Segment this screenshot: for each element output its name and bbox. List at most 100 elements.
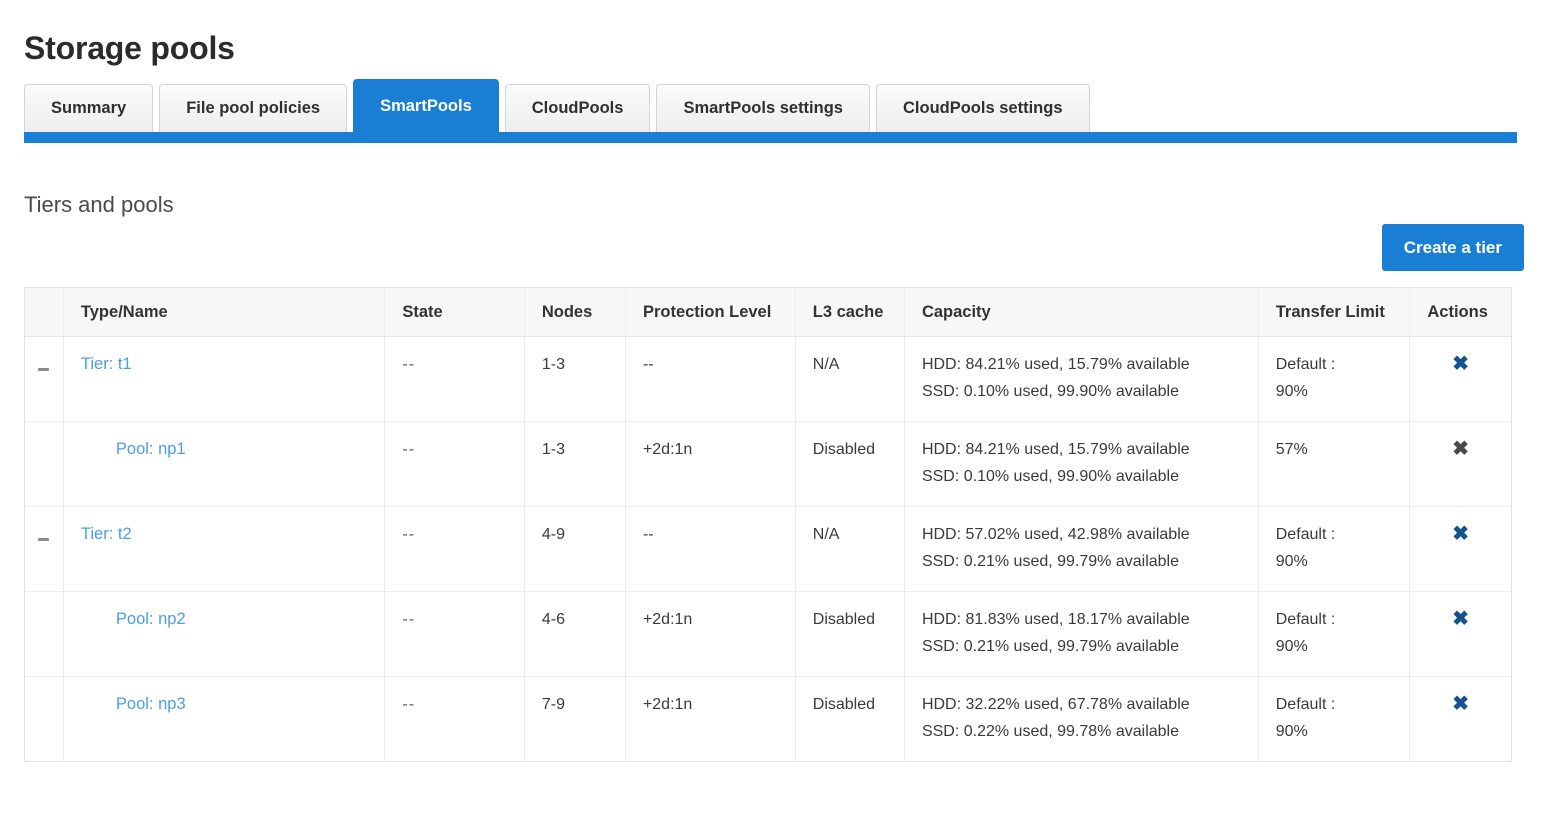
delete-x-icon[interactable]: ✖ [1452,351,1469,378]
tab-smartpools-settings[interactable]: SmartPools settings [656,84,870,132]
pool-link[interactable]: Pool: np1 [116,440,186,458]
cell-state: -- [384,676,525,761]
cell-transfer-limit: 57% [1258,421,1411,507]
column-header-state[interactable]: State [384,288,525,337]
cell-actions: ✖ [1409,591,1511,677]
cell-nodes-value: 1-3 [541,441,565,458]
storage-pools-page: Storage pools Summary File pool policies S… [0,0,1541,819]
cell-protection-level-value: +2d:1n [642,441,693,458]
capacity-hdd-text: HDD: 57.02% used, 42.98% available [921,526,1190,543]
tab-bar: Summary File pool policies SmartPools Cloud… [24,79,1517,144]
cell-type-name: Pool: np3 [63,676,386,761]
cell-state-value: -- [402,696,416,713]
column-header-nodes[interactable]: Nodes [524,288,626,337]
cell-l3-cache-value: Disabled [812,611,876,628]
delete-x-icon[interactable]: ✖ [1452,691,1469,718]
tab-file-pool-policies[interactable]: File pool policies [159,84,348,132]
delete-x-icon[interactable]: ✖ [1452,606,1469,633]
table-row: Tier: t1 -- 1-3 -- N/A HDD: 84.21% used, 15.7… [25,336,1511,422]
cell-capacity: HDD: 57.02% used, 42.98% available SSD: 0… [904,506,1259,592]
cell-protection-level: -- [625,506,796,592]
table-row: Pool: np2 -- 4-6 +2d:1n Disabled HDD: 81.83% … [25,591,1511,677]
row-toggle-cell [25,421,64,507]
cell-state-value: -- [402,441,416,458]
tier-link[interactable]: Tier: t2 [81,525,132,543]
cell-transfer-limit: Default : 90% [1258,506,1411,592]
cell-transfer-limit: Default : 90% [1258,676,1411,761]
tab-summary[interactable]: Summary [24,84,154,132]
cell-l3-cache: N/A [795,336,905,422]
cell-type-name: Pool: np1 [63,421,386,507]
cell-protection-level-value: +2d:1n [642,611,693,628]
cell-state-value: -- [402,356,416,373]
cell-state-value: -- [402,526,416,543]
table-header-row: Type/Name State Nodes Protection Level L… [25,288,1511,337]
column-header-toggle [25,288,64,337]
cell-state-value: -- [402,611,416,628]
cell-l3-cache: N/A [795,506,905,592]
row-toggle-cell [25,591,64,677]
table-row: Pool: np3 -- 7-9 +2d:1n Disabled HDD: 32.22% … [25,676,1511,761]
cell-capacity: HDD: 84.21% used, 15.79% available SSD: 0… [904,336,1259,422]
capacity-ssd-text: SSD: 0.10% used, 99.90% available [921,383,1179,400]
column-header-capacity[interactable]: Capacity [904,288,1259,337]
cell-capacity: HDD: 84.21% used, 15.79% available SSD: 0… [904,421,1259,507]
row-toggle-cell [25,676,64,761]
cell-type-name: Tier: t1 [63,336,386,422]
cell-l3-cache-value: N/A [812,526,840,543]
column-header-l3-cache[interactable]: L3 cache [795,288,905,337]
transfer-limit-line-1: 57% [1275,441,1308,458]
capacity-hdd-text: HDD: 84.21% used, 15.79% available [921,356,1190,373]
cell-type-name: Pool: np2 [63,591,386,677]
cell-nodes-value: 1-3 [541,356,565,373]
cell-nodes: 4-9 [524,506,626,592]
collapse-minus-icon[interactable] [38,534,50,545]
cell-l3-cache: Disabled [795,421,905,507]
cell-nodes-value: 4-9 [541,526,565,543]
table-header: Type/Name State Nodes Protection Level L… [25,288,1511,337]
cell-transfer-limit: Default : 90% [1258,591,1411,677]
pool-link[interactable]: Pool: np3 [116,695,186,713]
column-header-type-name[interactable]: Type/Name [63,288,386,337]
tab-smartpools[interactable]: SmartPools [353,79,499,132]
capacity-ssd-text: SSD: 0.22% used, 99.78% available [921,723,1179,740]
tier-link[interactable]: Tier: t1 [81,355,132,373]
row-toggle-cell [25,336,64,422]
cell-state: -- [384,506,525,592]
pool-link[interactable]: Pool: np2 [116,610,186,628]
capacity-ssd-text: SSD: 0.21% used, 99.79% available [921,638,1179,655]
cell-nodes-value: 7-9 [541,696,565,713]
cell-actions: ✖ [1409,506,1511,592]
create-tier-button[interactable]: Create a tier [1381,224,1524,271]
collapse-minus-icon[interactable] [38,364,50,375]
tiers-and-pools-table: Type/Name State Nodes Protection Level L… [25,288,1511,761]
cell-l3-cache-value: Disabled [812,441,876,458]
cell-protection-level-value: -- [642,356,654,373]
transfer-limit-line-1: Default : [1275,696,1336,713]
tab-cloudpools[interactable]: CloudPools [504,84,651,132]
transfer-limit-line-2: 90% [1275,638,1308,655]
cell-protection-level-value: -- [642,526,654,543]
column-header-actions: Actions [1409,288,1511,337]
cell-nodes: 7-9 [524,676,626,761]
section-title: Tiers and pools [24,192,174,218]
cell-type-name: Tier: t2 [63,506,386,592]
cell-state: -- [384,421,525,507]
cell-l3-cache: Disabled [795,676,905,761]
cell-state: -- [384,591,525,677]
cell-state: -- [384,336,525,422]
cell-l3-cache-value: N/A [812,356,840,373]
cell-protection-level: +2d:1n [625,591,796,677]
cell-nodes-value: 4-6 [541,611,565,628]
table-row: Tier: t2 -- 4-9 -- N/A HDD: 57.02% used, 42.9… [25,506,1511,592]
tab-cloudpools-settings[interactable]: CloudPools settings [875,84,1090,132]
transfer-limit-line-2: 90% [1275,553,1308,570]
cell-nodes: 1-3 [524,336,626,422]
delete-x-icon[interactable]: ✖ [1452,521,1469,548]
delete-x-icon[interactable]: ✖ [1452,436,1469,463]
capacity-hdd-text: HDD: 81.83% used, 18.17% available [921,611,1190,628]
cell-l3-cache-value: Disabled [812,696,876,713]
column-header-transfer-limit[interactable]: Transfer Limit [1258,288,1411,337]
column-header-protection-level[interactable]: Protection Level [625,288,796,337]
cell-protection-level: +2d:1n [625,676,796,761]
